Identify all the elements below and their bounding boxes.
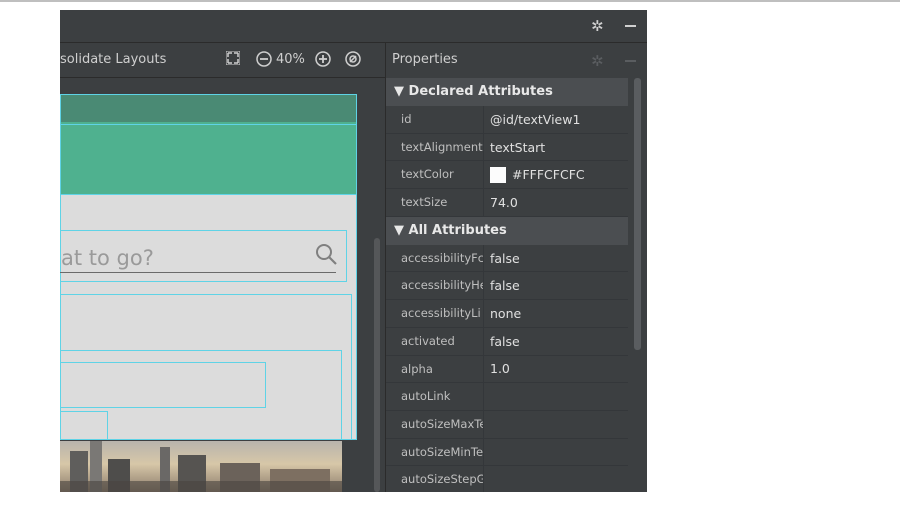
refresh-icon[interactable] xyxy=(345,51,361,71)
zoom-in-icon[interactable] xyxy=(315,51,331,71)
property-value[interactable] xyxy=(484,466,628,492)
property-key: id xyxy=(386,106,484,133)
property-row[interactable]: textSize 74.0 xyxy=(386,189,628,217)
property-value[interactable]: false xyxy=(484,328,628,355)
properties-table: ▼ Declared Attributes id @id/textView1 t… xyxy=(386,78,628,492)
property-key: autoLink xyxy=(386,383,484,410)
property-value[interactable]: #FFFCFCFC xyxy=(484,161,628,188)
properties-title: Properties xyxy=(392,52,458,67)
property-key: accessibilityFc xyxy=(386,244,484,272)
property-key: autoSizeMinTe xyxy=(386,438,484,466)
layout-inspector-window: ✲ solidate Layouts 40% at to go? Propert… xyxy=(60,10,647,492)
property-value[interactable]: 1.0 xyxy=(484,356,628,383)
search-hint: at to go? xyxy=(61,246,154,270)
property-key: textSize xyxy=(386,189,484,216)
property-value[interactable] xyxy=(484,411,628,438)
color-value: #FFFCFCFC xyxy=(512,167,585,183)
preview-city-image xyxy=(60,441,342,492)
property-key: accessibilityLi xyxy=(386,300,484,327)
preview-field-outline xyxy=(60,362,266,408)
declared-attributes-section[interactable]: ▼ Declared Attributes xyxy=(386,78,628,106)
property-row[interactable]: accessibilityHe false xyxy=(386,272,628,301)
property-value[interactable]: false xyxy=(484,272,628,299)
color-swatch xyxy=(490,166,506,183)
property-row[interactable]: accessibilityLi none xyxy=(386,300,628,328)
property-value[interactable] xyxy=(484,439,628,466)
property-value[interactable]: none xyxy=(484,300,628,327)
search-underline xyxy=(60,272,336,273)
property-row[interactable]: autoSizeMaxTe xyxy=(386,410,628,439)
all-attributes-title: All Attributes xyxy=(408,222,507,238)
property-row[interactable]: autoLink xyxy=(386,383,628,411)
property-key: activated xyxy=(386,327,484,355)
property-value[interactable]: textStart xyxy=(484,134,628,161)
zoom-out-icon[interactable] xyxy=(256,51,272,71)
consolidate-layouts-label[interactable]: solidate Layouts xyxy=(60,52,166,67)
properties-scrollbar[interactable] xyxy=(634,78,641,350)
minimize-icon[interactable] xyxy=(625,25,636,27)
properties-header: Properties ✲ xyxy=(386,43,647,77)
gear-icon[interactable]: ✲ xyxy=(591,17,604,35)
property-key: autoSizeStepG xyxy=(386,466,484,492)
property-row[interactable]: activated false xyxy=(386,327,628,356)
property-value[interactable]: false xyxy=(484,245,628,272)
property-row[interactable]: id @id/textView1 xyxy=(386,106,628,134)
title-bar: ✲ xyxy=(60,10,647,43)
property-row[interactable]: autoSizeMinTe xyxy=(386,438,628,467)
toolbar: solidate Layouts 40% xyxy=(60,43,385,78)
property-row[interactable]: accessibilityFc false xyxy=(386,244,628,273)
properties-minimize-icon[interactable] xyxy=(625,60,636,62)
device-preview-canvas[interactable]: at to go? xyxy=(60,78,385,492)
property-value[interactable]: 74.0 xyxy=(484,189,628,216)
property-key: autoSizeMaxTe xyxy=(386,410,484,438)
preview-toolbar-outline xyxy=(60,124,357,195)
preview-search-box[interactable]: at to go? xyxy=(60,230,347,282)
preview-small-outline xyxy=(60,411,108,440)
property-key: textAlignment xyxy=(386,133,484,161)
all-attributes-section[interactable]: ▼ All Attributes xyxy=(386,216,628,245)
property-value[interactable] xyxy=(484,383,628,410)
property-row[interactable]: alpha 1.0 xyxy=(386,355,628,384)
top-divider xyxy=(0,0,900,2)
property-key: textColor xyxy=(386,161,484,189)
search-icon xyxy=(315,243,337,269)
fit-screen-icon[interactable] xyxy=(225,50,241,69)
properties-gear-icon[interactable]: ✲ xyxy=(591,52,604,70)
canvas-scrollbar[interactable] xyxy=(374,238,380,492)
zoom-level: 40% xyxy=(276,52,305,67)
property-key: accessibilityHe xyxy=(386,272,484,300)
declared-attributes-title: Declared Attributes xyxy=(408,84,553,99)
property-row[interactable]: textAlignment textStart xyxy=(386,133,628,162)
property-row[interactable]: autoSizeStepG xyxy=(386,466,628,492)
property-value[interactable]: @id/textView1 xyxy=(484,106,628,133)
property-row[interactable]: textColor #FFFCFCFC xyxy=(386,161,628,190)
property-key: alpha xyxy=(386,355,484,383)
